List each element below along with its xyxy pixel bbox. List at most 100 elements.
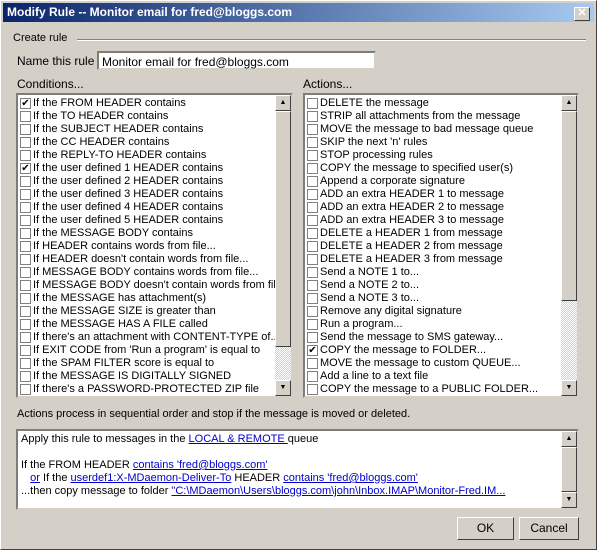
close-button[interactable]: ✕ <box>574 7 590 21</box>
condition-item[interactable]: If the MESSAGE IS DIGITALLY SIGNED <box>18 370 291 383</box>
conditions-scrollbar[interactable]: ▲ ▼ <box>275 95 291 396</box>
action-item[interactable]: DELETE a HEADER 1 from message <box>305 227 577 240</box>
checkbox-icon[interactable] <box>20 215 31 226</box>
action-item[interactable]: Send a NOTE 1 to... <box>305 266 577 279</box>
action-item[interactable]: ADD an extra HEADER 2 to message <box>305 201 577 214</box>
checkbox-icon[interactable] <box>20 137 31 148</box>
scroll-thumb[interactable] <box>275 111 291 347</box>
action-item[interactable]: Send the message to SMS gateway... <box>305 331 577 344</box>
checkbox-icon[interactable] <box>20 176 31 187</box>
from-condition-link[interactable]: contains 'fred@bloggs.com' <box>133 459 268 471</box>
action-item[interactable]: Append a corporate signature <box>305 175 577 188</box>
condition-item[interactable]: If HEADER doesn't contain words from fil… <box>18 253 291 266</box>
checkbox-icon[interactable] <box>307 189 318 200</box>
action-item[interactable]: ADD an extra HEADER 3 to message <box>305 214 577 227</box>
condition-item[interactable]: If HEADER contains words from file... <box>18 240 291 253</box>
checkbox-icon[interactable] <box>307 293 318 304</box>
actions-list[interactable]: DELETE the message STRIP all attachments … <box>303 93 579 398</box>
action-item[interactable]: SKIP the next 'n' rules <box>305 136 577 149</box>
header-link[interactable]: userdef1:X-MDaemon-Deliver-To <box>71 472 232 484</box>
action-item[interactable]: DELETE the message <box>305 97 577 110</box>
action-item[interactable]: DELETE a HEADER 2 from message <box>305 240 577 253</box>
checkbox-icon[interactable] <box>307 241 318 252</box>
scroll-down-icon[interactable]: ▼ <box>275 380 291 396</box>
action-item[interactable]: STOP processing rules <box>305 149 577 162</box>
action-item[interactable]: MOVE the message to custom QUEUE... <box>305 357 577 370</box>
checkbox-icon[interactable] <box>307 371 318 382</box>
checkbox-icon[interactable] <box>307 384 318 395</box>
action-item[interactable]: COPY the message to a PUBLIC FOLDER... <box>305 383 577 396</box>
action-item[interactable]: MOVE the message to bad message queue <box>305 123 577 136</box>
checkbox-icon[interactable] <box>20 111 31 122</box>
queue-link[interactable]: LOCAL & REMOTE <box>189 433 288 445</box>
scroll-down-icon[interactable]: ▼ <box>561 380 577 396</box>
condition-item[interactable]: If the MESSAGE SIZE is greater than <box>18 305 291 318</box>
condition-item[interactable]: If EXIT CODE from 'Run a program' is equ… <box>18 344 291 357</box>
checkbox-icon[interactable] <box>20 254 31 265</box>
checkbox-icon[interactable] <box>20 280 31 291</box>
checkbox-icon[interactable] <box>307 267 318 278</box>
condition-item[interactable]: If the user defined 4 HEADER contains <box>18 201 291 214</box>
condition-item[interactable]: ✔ If the FROM HEADER contains <box>18 97 291 110</box>
action-item[interactable]: COPY the message to specified user(s) <box>305 162 577 175</box>
folder-link[interactable]: "C:\MDaemon\Users\bloggs.com\john\Inbox.… <box>171 485 505 497</box>
scroll-up-icon[interactable]: ▲ <box>561 431 577 447</box>
scroll-up-icon[interactable]: ▲ <box>275 95 291 111</box>
checkbox-icon[interactable] <box>20 371 31 382</box>
checkbox-icon[interactable] <box>20 189 31 200</box>
or-link[interactable]: or <box>30 472 40 484</box>
action-item[interactable]: DELETE a HEADER 3 from message <box>305 253 577 266</box>
checkbox-icon[interactable] <box>20 332 31 343</box>
checkbox-icon[interactable] <box>307 150 318 161</box>
checkbox-icon[interactable] <box>20 124 31 135</box>
condition-item[interactable]: If the TO HEADER contains <box>18 110 291 123</box>
checkbox-checked-icon[interactable]: ✔ <box>20 163 31 174</box>
checkbox-checked-icon[interactable]: ✔ <box>20 98 31 109</box>
actions-scrollbar[interactable]: ▲ ▼ <box>561 95 577 396</box>
checkbox-icon[interactable] <box>307 280 318 291</box>
condition-item[interactable]: ✔ If the user defined 1 HEADER contains <box>18 162 291 175</box>
checkbox-icon[interactable] <box>307 124 318 135</box>
checkbox-checked-icon[interactable]: ✔ <box>307 345 318 356</box>
checkbox-icon[interactable] <box>20 202 31 213</box>
action-item[interactable]: ADD an extra HEADER 1 to message <box>305 188 577 201</box>
action-item[interactable]: STRIP all attachments from the message <box>305 110 577 123</box>
condition-item[interactable]: If MESSAGE BODY doesn't contain words fr… <box>18 279 291 292</box>
checkbox-icon[interactable] <box>307 306 318 317</box>
checkbox-icon[interactable] <box>20 267 31 278</box>
checkbox-icon[interactable] <box>307 163 318 174</box>
conditions-list[interactable]: ✔ If the FROM HEADER contains If the TO HE… <box>16 93 293 398</box>
scroll-down-icon[interactable]: ▼ <box>561 492 577 508</box>
cancel-button[interactable]: Cancel <box>519 517 579 540</box>
checkbox-icon[interactable] <box>20 228 31 239</box>
condition-item[interactable]: If there's an attachment with CONTENT-TY… <box>18 331 291 344</box>
condition-item[interactable]: If the MESSAGE BODY contains <box>18 227 291 240</box>
checkbox-icon[interactable] <box>20 319 31 330</box>
checkbox-icon[interactable] <box>307 319 318 330</box>
condition-item[interactable]: If the user defined 3 HEADER contains <box>18 188 291 201</box>
scroll-up-icon[interactable]: ▲ <box>561 95 577 111</box>
checkbox-icon[interactable] <box>307 137 318 148</box>
scroll-thumb[interactable] <box>561 111 577 301</box>
checkbox-icon[interactable] <box>307 332 318 343</box>
checkbox-icon[interactable] <box>307 111 318 122</box>
summary-scrollbar[interactable]: ▲ ▼ <box>561 431 577 508</box>
checkbox-icon[interactable] <box>307 254 318 265</box>
condition-item[interactable]: If the SUBJECT HEADER contains <box>18 123 291 136</box>
condition-item[interactable]: If the REPLY-TO HEADER contains <box>18 149 291 162</box>
checkbox-icon[interactable] <box>20 358 31 369</box>
checkbox-icon[interactable] <box>307 228 318 239</box>
checkbox-icon[interactable] <box>20 293 31 304</box>
condition-item[interactable]: If the user defined 5 HEADER contains <box>18 214 291 227</box>
condition-item[interactable]: If there's a PASSWORD-PROTECTED ZIP file <box>18 383 291 396</box>
checkbox-icon[interactable] <box>307 202 318 213</box>
action-item[interactable]: Send a NOTE 3 to... <box>305 292 577 305</box>
rule-name-input[interactable]: Monitor email for fred@bloggs.com <box>97 51 376 70</box>
ok-button[interactable]: OK <box>457 517 514 540</box>
checkbox-icon[interactable] <box>307 215 318 226</box>
action-item[interactable]: Remove any digital signature <box>305 305 577 318</box>
checkbox-icon[interactable] <box>20 150 31 161</box>
condition-item[interactable]: If MESSAGE BODY contains words from file… <box>18 266 291 279</box>
checkbox-icon[interactable] <box>20 241 31 252</box>
action-item[interactable]: Run a program... <box>305 318 577 331</box>
